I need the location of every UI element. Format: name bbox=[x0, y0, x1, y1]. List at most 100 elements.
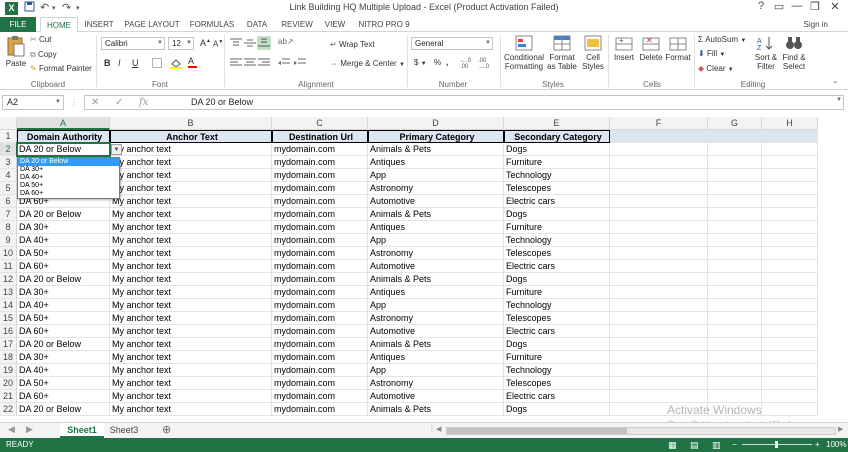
table-cell[interactable]: mydomain.com bbox=[272, 403, 368, 416]
table-cell[interactable]: mydomain.com bbox=[272, 286, 368, 299]
empty-cell[interactable] bbox=[762, 156, 818, 169]
font-size-combo[interactable]: 12 ▼ bbox=[168, 37, 194, 50]
table-cell[interactable]: DA 60+ bbox=[17, 325, 110, 338]
empty-cell[interactable] bbox=[610, 130, 708, 143]
delete-cells-button[interactable]: ✕ Delete bbox=[638, 35, 664, 62]
increase-decimal-icon[interactable]: ←.0.00 bbox=[460, 58, 471, 70]
table-cell[interactable]: mydomain.com bbox=[272, 338, 368, 351]
decrease-indent-icon[interactable] bbox=[278, 58, 290, 70]
tab-review[interactable]: REVIEW bbox=[280, 17, 314, 32]
empty-cell[interactable] bbox=[762, 403, 818, 416]
table-cell[interactable]: My anchor text bbox=[110, 208, 272, 221]
row-header[interactable]: 21 bbox=[0, 390, 17, 403]
table-cell[interactable]: Dogs bbox=[504, 403, 610, 416]
table-cell[interactable]: DA 50+ bbox=[17, 247, 110, 260]
comma-button[interactable]: , bbox=[446, 58, 448, 67]
empty-cell[interactable] bbox=[610, 325, 708, 338]
empty-cell[interactable] bbox=[708, 130, 762, 143]
table-cell[interactable]: Dogs bbox=[504, 338, 610, 351]
restore-button[interactable]: ❐ bbox=[806, 0, 824, 13]
sheet-tab-sheet1[interactable]: Sheet1 bbox=[60, 423, 104, 438]
table-cell[interactable]: My anchor text bbox=[110, 351, 272, 364]
empty-cell[interactable] bbox=[708, 234, 762, 247]
align-bottom-icon[interactable] bbox=[257, 36, 271, 50]
empty-cell[interactable] bbox=[762, 286, 818, 299]
row-header[interactable]: 11 bbox=[0, 260, 17, 273]
empty-cell[interactable] bbox=[708, 221, 762, 234]
table-cell[interactable]: DA 40+ bbox=[17, 364, 110, 377]
empty-cell[interactable] bbox=[610, 351, 708, 364]
sheet-tab-splitter-icon[interactable]: ⋮ bbox=[428, 424, 436, 433]
header-cell[interactable]: Secondary Category bbox=[504, 130, 610, 143]
row-header[interactable]: 5 bbox=[0, 182, 17, 195]
table-cell[interactable]: DA 20 or Below bbox=[17, 273, 110, 286]
row-header[interactable]: 10 bbox=[0, 247, 17, 260]
format-as-table-button[interactable]: Format as Table bbox=[546, 35, 578, 71]
table-cell[interactable]: Telescopes bbox=[504, 182, 610, 195]
confirm-entry-icon[interactable]: ✓ bbox=[115, 96, 123, 109]
horizontal-scrollbar[interactable] bbox=[446, 427, 836, 435]
empty-cell[interactable] bbox=[708, 169, 762, 182]
insert-cells-button[interactable]: + Insert bbox=[612, 35, 636, 62]
table-cell[interactable]: mydomain.com bbox=[272, 234, 368, 247]
fill-color-icon[interactable] bbox=[170, 58, 182, 71]
empty-cell[interactable] bbox=[708, 351, 762, 364]
percent-button[interactable]: % bbox=[434, 58, 441, 67]
tab-nitro-pro[interactable]: NITRO PRO 9 bbox=[356, 17, 412, 32]
page-break-view-icon[interactable]: ▥ bbox=[712, 438, 721, 452]
number-format-combo[interactable]: General ▼ bbox=[411, 37, 493, 50]
empty-cell[interactable] bbox=[762, 182, 818, 195]
table-cell[interactable]: mydomain.com bbox=[272, 273, 368, 286]
table-cell[interactable]: My anchor text bbox=[110, 182, 272, 195]
zoom-out-icon[interactable]: − bbox=[732, 438, 737, 452]
validation-dropdown-arrow-icon[interactable]: ▼ bbox=[111, 144, 122, 155]
empty-cell[interactable] bbox=[610, 156, 708, 169]
table-cell[interactable]: My anchor text bbox=[110, 338, 272, 351]
align-top-icon[interactable] bbox=[230, 38, 242, 50]
table-cell[interactable]: My anchor text bbox=[110, 312, 272, 325]
find-select-button[interactable]: Find & Select bbox=[780, 35, 808, 71]
bold-button[interactable]: B bbox=[104, 58, 111, 68]
validation-dropdown-list[interactable]: DA 20 or Below DA 30+ DA 40+ DA 50+ DA 60+ bbox=[17, 157, 120, 199]
collapse-ribbon-icon[interactable]: ⌃ bbox=[832, 80, 839, 89]
column-header-h[interactable]: H bbox=[762, 117, 818, 130]
empty-cell[interactable] bbox=[762, 143, 818, 156]
format-painter-button[interactable]: ✎ Format Painter bbox=[30, 64, 92, 73]
table-cell[interactable]: Animals & Pets bbox=[368, 143, 504, 156]
table-cell[interactable]: mydomain.com bbox=[272, 247, 368, 260]
scroll-right-icon[interactable]: ▶ bbox=[838, 425, 843, 433]
column-header-e[interactable]: E bbox=[504, 117, 610, 130]
row-header[interactable]: 2 bbox=[0, 143, 17, 156]
table-cell[interactable]: mydomain.com bbox=[272, 325, 368, 338]
row-header[interactable]: 18 bbox=[0, 351, 17, 364]
empty-cell[interactable] bbox=[762, 377, 818, 390]
row-header[interactable]: 13 bbox=[0, 286, 17, 299]
sheet-tab-sheet3[interactable]: Sheet3 bbox=[104, 423, 144, 438]
currency-button[interactable]: $ ▼ bbox=[414, 58, 427, 67]
empty-cell[interactable] bbox=[762, 390, 818, 403]
clear-button[interactable]: ◆ Clear ▼ bbox=[698, 64, 734, 73]
minimize-button[interactable]: — bbox=[788, 0, 806, 12]
table-cell[interactable]: My anchor text bbox=[110, 234, 272, 247]
empty-cell[interactable] bbox=[708, 338, 762, 351]
cut-button[interactable]: ✂ Cut bbox=[30, 35, 51, 44]
empty-cell[interactable] bbox=[708, 260, 762, 273]
table-cell[interactable]: App bbox=[368, 299, 504, 312]
table-cell[interactable]: mydomain.com bbox=[272, 377, 368, 390]
empty-cell[interactable] bbox=[610, 247, 708, 260]
column-header-f[interactable]: F bbox=[610, 117, 708, 130]
table-cell[interactable]: Dogs bbox=[504, 273, 610, 286]
merge-center-button[interactable]: ⇔ Merge & Center ▼ bbox=[330, 59, 405, 68]
column-header-c[interactable]: C bbox=[272, 117, 368, 130]
empty-cell[interactable] bbox=[762, 234, 818, 247]
zoom-in-icon[interactable]: + bbox=[815, 438, 820, 452]
table-cell[interactable]: DA 20 or Below bbox=[17, 338, 110, 351]
empty-cell[interactable] bbox=[610, 390, 708, 403]
empty-cell[interactable] bbox=[762, 221, 818, 234]
table-cell[interactable]: DA 20 or Below bbox=[17, 403, 110, 416]
row-header[interactable]: 1 bbox=[0, 130, 17, 143]
align-right-icon[interactable] bbox=[258, 58, 270, 70]
scrollbar-thumb[interactable] bbox=[447, 428, 627, 434]
table-cell[interactable]: My anchor text bbox=[110, 156, 272, 169]
table-cell[interactable]: mydomain.com bbox=[272, 182, 368, 195]
